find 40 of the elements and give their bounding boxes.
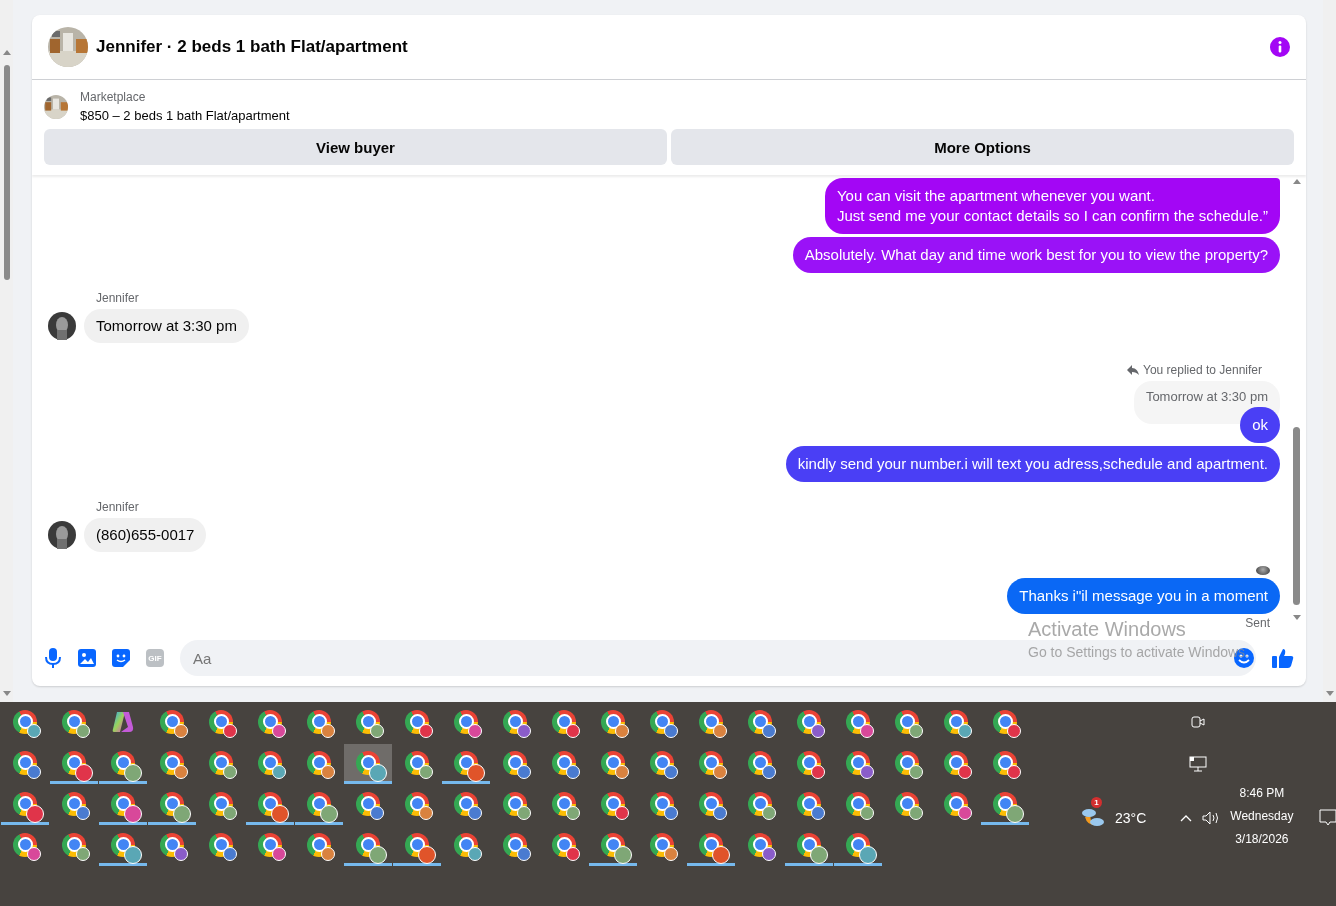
chat-title: Jennifer · 2 beds 1 bath Flat/apartment [96,37,409,57]
notification-badge: 1 [1091,797,1102,808]
sender-name: Jennifer [96,291,140,305]
listing-thumbnail [44,94,68,119]
message-bubble: You can visit the apartment whenever you want. Just send me your contact details so I can confirm the schedule.” [824,178,1280,234]
clock-date[interactable]: 3/18/2026 [1235,832,1289,846]
message-bubble: kindly send your number.i will text you adress,schedule and apartment. [785,446,1280,482]
reply-label: You replied to Jennifer [1143,363,1262,377]
sticker-icon[interactable] [112,649,130,667]
reply-icon [1127,364,1139,376]
temperature: 23°C [1115,810,1147,826]
speaker-icon[interactable] [1202,811,1221,825]
listing-summary: $850 – 2 beds 1 bath Flat/apartment [80,108,290,123]
clock-time[interactable]: 8:46 PM [1239,786,1285,800]
listing-source: Marketplace [80,90,147,104]
seen-avatar [1256,566,1270,575]
thumbs-up-icon[interactable] [1272,648,1294,668]
microphone-icon[interactable] [44,648,62,668]
image-icon[interactable] [78,649,96,667]
message-bubble: Thanks i"il message you in a moment [1007,578,1280,614]
scrollbar[interactable] [1323,0,1336,702]
message-status: Sent [1245,616,1270,630]
sender-name: Jennifer [96,500,140,514]
monitor-icon[interactable] [1189,756,1207,772]
chevron-up-icon[interactable] [1180,814,1193,822]
taskbar-app[interactable] [344,744,392,784]
sender-avatar [48,521,76,549]
copilot-icon [111,709,135,734]
sender-avatar [48,312,76,340]
message-bubble: Tomorrow at 3:30 pm [84,309,249,343]
notifications-icon[interactable] [1319,809,1336,827]
message-bubble: (860)655-0017 [84,518,207,552]
clock-day[interactable]: Wednesday [1230,809,1294,823]
action-button[interactable]: More Options [671,129,1294,165]
action-button[interactable]: View buyer [44,129,667,165]
scrollbar[interactable] [0,0,13,702]
listing-photo [48,27,88,67]
camera-icon[interactable] [1191,714,1205,730]
info-icon[interactable] [1270,37,1290,57]
message-bubble: Absolutely. What day and time work best for you to view the property? [792,237,1280,273]
